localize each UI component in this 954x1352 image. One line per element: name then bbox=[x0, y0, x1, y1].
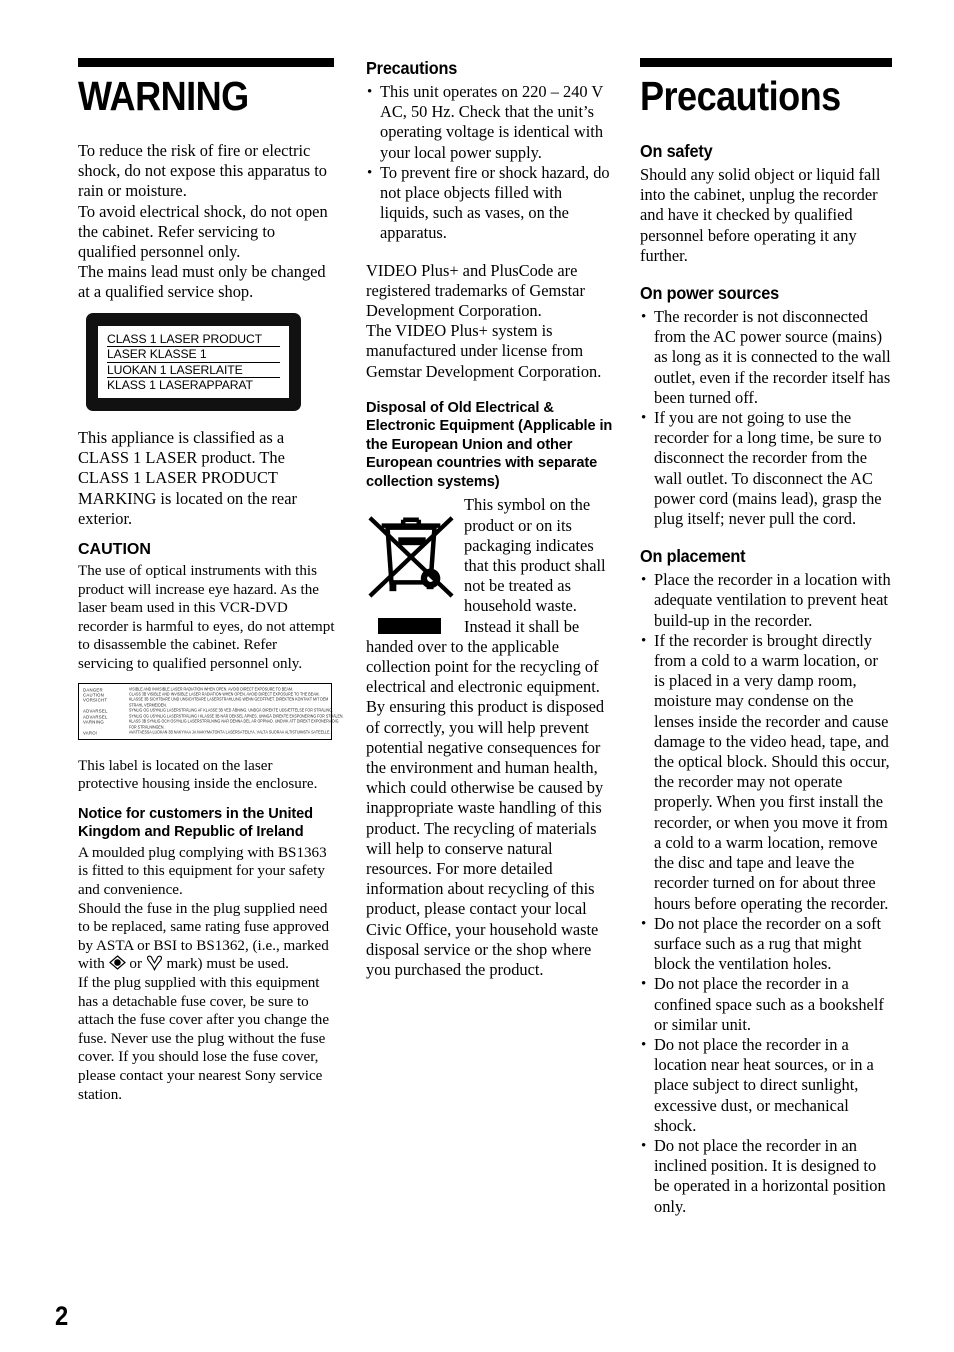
label-location-text: This label is located on the laser prote… bbox=[78, 757, 318, 793]
warning-intro-3: The mains lead must only be changed at a… bbox=[78, 262, 326, 302]
uk-ireland-notice-heading: Notice for customers in the United Kingd… bbox=[78, 805, 313, 841]
multilingual-label-texts: VISIBLE AND INVISIBLE LASER RADIATION WH… bbox=[129, 687, 344, 736]
weee-black-bar bbox=[378, 618, 441, 635]
warning-intro-2: To avoid electrical shock, do not open t… bbox=[78, 201, 328, 262]
on-placement-list: Place the recorder in a location with ad… bbox=[640, 570, 892, 1217]
on-placement-heading: On placement bbox=[640, 546, 746, 567]
list-item: Do not place the recorder in a confined … bbox=[640, 974, 892, 1035]
multilingual-label-terms: DANGER CAUTION VORSICHT ADVARSEL ADVARSE… bbox=[83, 687, 125, 736]
heading-rule-warning bbox=[78, 58, 334, 67]
manual-page: WARNING To reduce the risk of fire or el… bbox=[0, 0, 954, 1352]
column-precautions-power: Precautions This unit operates on 220 – … bbox=[366, 58, 614, 980]
list-item: This unit operates on 220 – 240 V AC, 50… bbox=[366, 82, 614, 163]
laser-classification-text: This appliance is classified as a CLASS … bbox=[78, 428, 297, 528]
ml-text-8: AVATTAESSA LUOKAN 3B NÄKYVÄÄ JA NÄKYMÄTÖ… bbox=[129, 730, 331, 735]
list-item: The recorder is not disconnected from th… bbox=[640, 307, 892, 408]
heading-rule-precautions bbox=[640, 58, 892, 67]
on-power-sources-heading: On power sources bbox=[640, 283, 780, 304]
list-item: To prevent fire or shock hazard, do not … bbox=[366, 163, 614, 244]
on-safety-paragraph: Should any solid object or liquid fall i… bbox=[640, 165, 881, 265]
column-precautions-safety: Precautions On safety Should any solid o… bbox=[640, 58, 892, 1217]
list-item: Do not place the recorder on a soft surf… bbox=[640, 914, 892, 975]
weee-section: This symbol on the product or on its pac… bbox=[366, 495, 614, 980]
page-number: 2 bbox=[55, 1301, 69, 1331]
uk-notice-paragraph-2: If the plug supplied with this equipment… bbox=[78, 975, 330, 1103]
list-item: Place the recorder in a location with ad… bbox=[640, 570, 892, 631]
asta-approval-mark-icon bbox=[108, 955, 126, 971]
uk-notice-or: or bbox=[129, 956, 142, 973]
laser-label-line-4: KLASS 1 LASERAPPARAT bbox=[107, 378, 253, 393]
on-safety-heading: On safety bbox=[640, 141, 713, 161]
caution-body: The use of optical instruments with this… bbox=[78, 563, 335, 672]
warning-intro-1: To reduce the risk of fire or electric s… bbox=[78, 141, 328, 201]
crossed-out-wheeled-bin-icon bbox=[366, 498, 456, 635]
warning-heading: WARNING bbox=[78, 73, 249, 119]
multilingual-laser-caution-label: DANGER CAUTION VORSICHT ADVARSEL ADVARSE… bbox=[78, 682, 344, 740]
list-item: If you are not going to use the recorder… bbox=[640, 408, 892, 529]
trademark-notice-line-2: The VIDEO Plus+ system is manufactured u… bbox=[366, 321, 602, 381]
laser-label-line-3: LUOKAN 1 LASERLAITE bbox=[107, 363, 280, 379]
bsi-kitemark-icon bbox=[146, 955, 163, 971]
ml-term-8: VARO! bbox=[83, 730, 98, 736]
class-1-laser-product-label: CLASS 1 LASER PRODUCT LASER KLASSE 1 LUO… bbox=[86, 312, 301, 411]
list-item: If the recorder is brought directly from… bbox=[640, 631, 892, 914]
caution-heading: CAUTION bbox=[78, 541, 151, 559]
uk-notice-paragraph-b: Should the fuse in the plug supplied nee… bbox=[78, 900, 336, 974]
precautions-heading-col2: Precautions bbox=[366, 58, 458, 78]
column-warning: WARNING To reduce the risk of fire or el… bbox=[78, 58, 344, 1104]
precautions-heading-col3: Precautions bbox=[640, 73, 841, 119]
uk-notice-paragraph-a: A moulded plug complying with BS1363 is … bbox=[78, 844, 327, 899]
on-power-sources-list: The recorder is not disconnected from th… bbox=[640, 307, 892, 529]
laser-label-line-1: CLASS 1 LASER PRODUCT bbox=[107, 332, 280, 348]
precautions-bullet-list: This unit operates on 220 – 240 V AC, 50… bbox=[366, 82, 614, 244]
list-item: Do not place the recorder in a location … bbox=[640, 1035, 892, 1136]
laser-label-inner: CLASS 1 LASER PRODUCT LASER KLASSE 1 LUO… bbox=[98, 325, 289, 398]
trademark-notice-line-1: VIDEO Plus+ and PlusCode are registered … bbox=[366, 260, 585, 321]
weee-disposal-heading: Disposal of Old Electrical & Electronic … bbox=[366, 399, 613, 490]
list-item: Do not place the recorder in an inclined… bbox=[640, 1136, 892, 1217]
laser-label-line-2: LASER KLASSE 1 bbox=[107, 347, 280, 363]
uk-notice-mark-text: mark) must be used. bbox=[166, 956, 289, 973]
